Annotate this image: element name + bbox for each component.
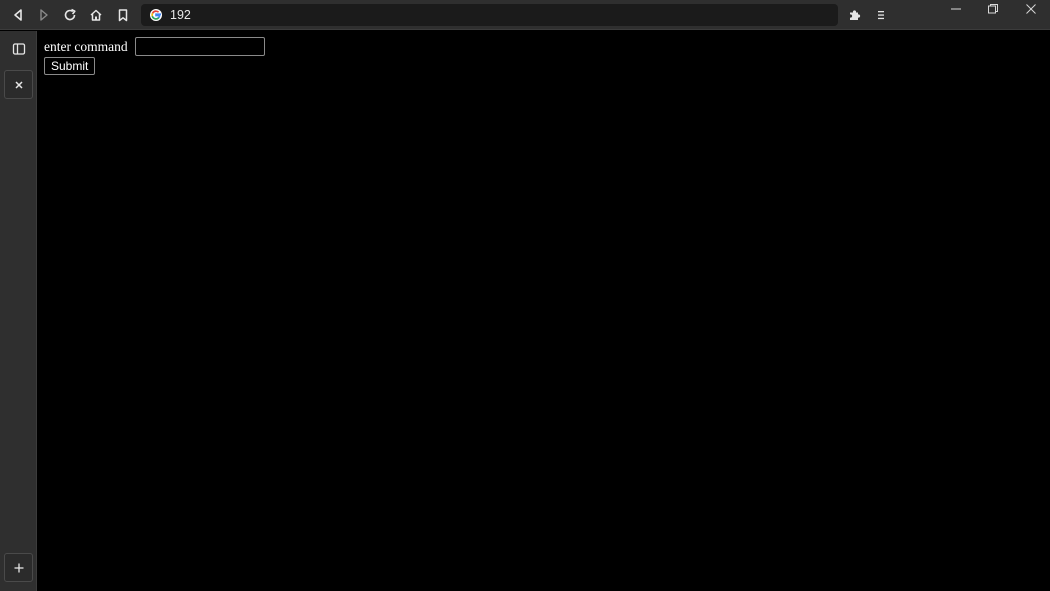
reload-icon[interactable] <box>58 3 82 27</box>
browser-toolbar: 192 <box>0 0 1050 30</box>
address-text: 192 <box>170 8 191 22</box>
command-input[interactable] <box>135 37 266 56</box>
submit-button[interactable]: Submit <box>44 57 96 75</box>
extensions-icon[interactable] <box>843 3 867 27</box>
page-content: enter command Submit <box>37 31 1050 591</box>
restore-icon[interactable] <box>974 0 1012 18</box>
google-icon <box>149 8 163 22</box>
close-tab-icon[interactable] <box>4 70 33 99</box>
menu-icon[interactable] <box>869 3 893 27</box>
command-form: enter command Submit <box>44 37 266 75</box>
command-label: enter command <box>44 38 128 54</box>
home-icon[interactable] <box>84 3 108 27</box>
close-icon[interactable] <box>1012 0 1050 18</box>
forward-icon[interactable] <box>32 3 56 27</box>
bookmark-icon[interactable] <box>111 3 135 27</box>
minimize-icon[interactable] <box>937 0 975 18</box>
sidebar-panel-icon[interactable] <box>4 34 33 63</box>
new-tab-plus-icon[interactable] <box>4 553 33 582</box>
sidebar <box>0 31 37 591</box>
address-bar[interactable]: 192 <box>141 4 838 26</box>
back-icon[interactable] <box>6 3 30 27</box>
